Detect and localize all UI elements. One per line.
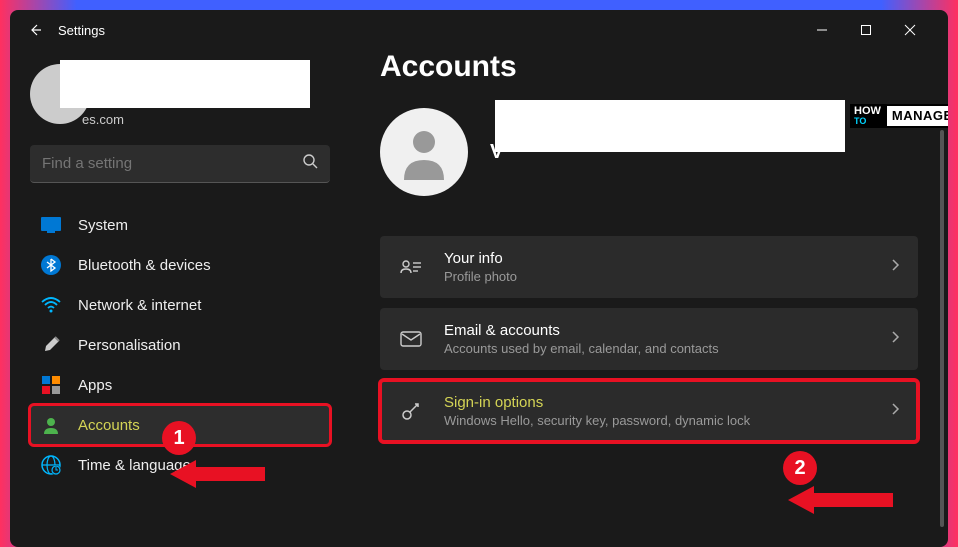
- key-icon: [398, 400, 424, 422]
- main-content: Accounts V HOWTO MANAGE DEVICES: [350, 50, 948, 547]
- annotation-badge-2: 2: [783, 451, 817, 485]
- apps-icon: [40, 374, 62, 396]
- annotation-arrow-2: [788, 480, 898, 520]
- sidebar-item-personalisation[interactable]: Personalisation: [30, 325, 330, 365]
- card-sign-in-options[interactable]: Sign-in options Windows Hello, security …: [380, 380, 918, 442]
- card-email-accounts[interactable]: Email & accounts Accounts used by email,…: [380, 308, 918, 370]
- watermark: HOWTO MANAGE DEVICES: [850, 104, 948, 128]
- globe-icon: [40, 454, 62, 476]
- id-icon: [398, 258, 424, 276]
- annotation-badge-1: 1: [162, 421, 196, 455]
- system-icon: [40, 214, 62, 236]
- card-subtitle: Windows Hello, security key, password, d…: [444, 413, 870, 428]
- scrollbar[interactable]: [940, 130, 944, 527]
- redaction-box-main: [495, 100, 845, 152]
- wifi-icon: [40, 294, 62, 316]
- card-title: Sign-in options: [444, 394, 870, 411]
- card-subtitle: Profile photo: [444, 269, 870, 284]
- annotation-arrow-1: [170, 454, 270, 494]
- chevron-right-icon: [890, 258, 900, 277]
- chevron-right-icon: [890, 330, 900, 349]
- bluetooth-icon: [40, 254, 62, 276]
- sidebar-item-apps[interactable]: Apps: [30, 365, 330, 405]
- sidebar-item-network[interactable]: Network & internet: [30, 285, 330, 325]
- profile-row: V HOWTO MANAGE DEVICES: [380, 108, 918, 196]
- sidebar-item-bluetooth[interactable]: Bluetooth & devices: [30, 245, 330, 285]
- card-title: Email & accounts: [444, 322, 870, 339]
- card-your-info[interactable]: Your info Profile photo: [380, 236, 918, 298]
- close-button[interactable]: [900, 20, 920, 40]
- maximize-button[interactable]: [856, 20, 876, 40]
- user-block[interactable]: es.com: [30, 60, 330, 127]
- search-icon: [302, 153, 318, 174]
- titlebar: Settings: [10, 10, 948, 50]
- mail-icon: [398, 331, 424, 347]
- avatar-large: [380, 108, 468, 196]
- search-input[interactable]: [42, 155, 302, 172]
- person-icon: [40, 414, 62, 436]
- brush-icon: [40, 334, 62, 356]
- user-email-suffix: es.com: [82, 112, 124, 127]
- card-title: Your info: [444, 250, 870, 267]
- page-title: Accounts: [380, 50, 918, 84]
- window-title: Settings: [58, 23, 105, 38]
- chevron-right-icon: [890, 402, 900, 421]
- search-box[interactable]: [30, 145, 330, 183]
- sidebar-item-system[interactable]: System: [30, 205, 330, 245]
- back-button[interactable]: [20, 15, 50, 45]
- minimize-button[interactable]: [812, 20, 832, 40]
- redaction-box: [60, 60, 310, 108]
- card-subtitle: Accounts used by email, calendar, and co…: [444, 341, 870, 356]
